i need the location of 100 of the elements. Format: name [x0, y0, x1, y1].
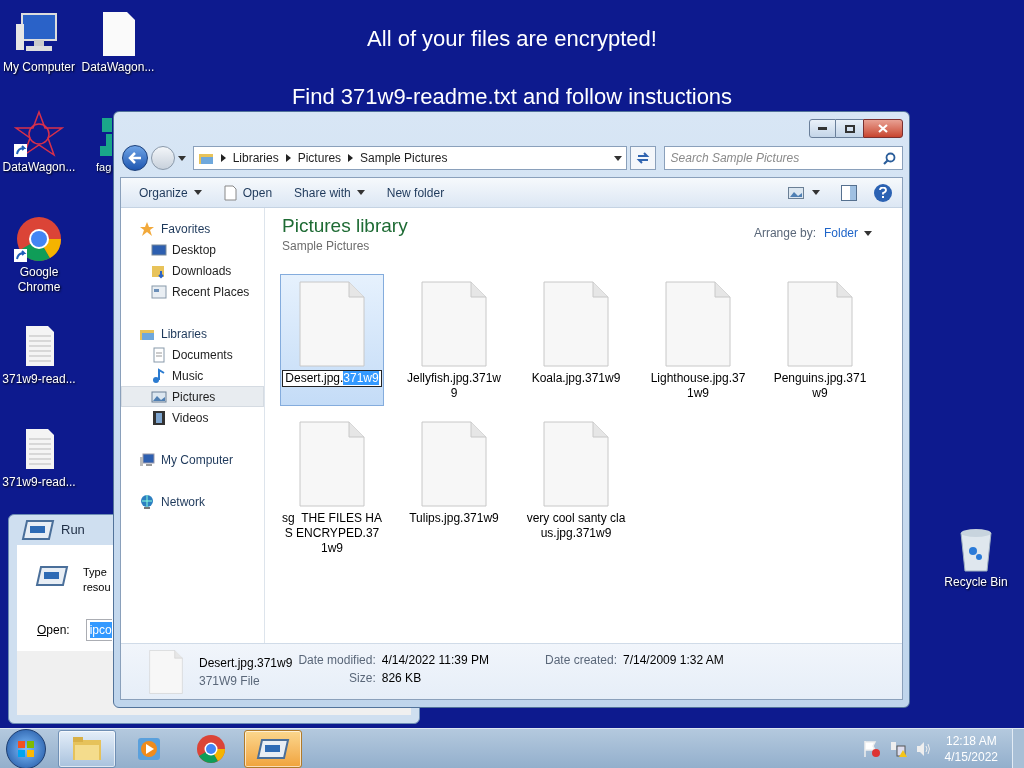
file-item[interactable]: very cool santy claus.jpg.371w9: [524, 414, 628, 561]
search-icon: [883, 151, 896, 165]
picture-icon: [788, 186, 804, 199]
nav-item[interactable]: Documents: [121, 344, 264, 365]
star-shape-icon[interactable]: [14, 110, 64, 158]
details-value: 7/14/2009 1:32 AM: [623, 652, 724, 669]
arrange-dropdown[interactable]: Folder: [824, 224, 872, 242]
file-name: Koala.jpg.371w9: [530, 371, 622, 386]
caret-icon: [812, 190, 820, 195]
film-icon: [151, 409, 167, 426]
nav-item[interactable]: Pictures: [121, 386, 264, 407]
desktop-icon-label: My Computer: [3, 60, 75, 75]
close-icon: [878, 124, 888, 133]
help-icon: [879, 187, 887, 198]
field-label: Open:: [37, 622, 70, 639]
ransom-message: All of your files are encrypted!: [367, 25, 657, 53]
document-icon: [543, 421, 609, 507]
search-input[interactable]: Search Sample Pictures: [670, 149, 883, 167]
nav-item[interactable]: Recent Places: [121, 281, 264, 302]
dialog-text-line: resou: [83, 580, 111, 595]
search-field[interactable]: Search Sample Pictures: [663, 146, 903, 170]
nav-item[interactable]: Videos: [121, 407, 264, 428]
desktop-icon-label: 371w9-read...: [2, 372, 76, 387]
nav-item[interactable]: My Computer: [121, 449, 264, 470]
details-file-name: Desert.jpg.371w9: [199, 654, 293, 672]
clock-date: 4/15/2022: [944, 748, 998, 765]
details-label: Size:: [348, 670, 376, 687]
start-button[interactable]: [6, 728, 46, 768]
minimize-button[interactable]: [809, 119, 836, 138]
dropdown-caret-icon: [613, 155, 622, 161]
nav-item[interactable]: Network: [121, 491, 264, 512]
history-caret-icon: [177, 155, 186, 161]
toolbar-button[interactable]: New folder: [378, 180, 453, 205]
file-item[interactable]: sg THE FILES HAS ENCRYPED.371w9: [280, 414, 384, 561]
file-name: Penguins.jpg.371w9: [772, 371, 868, 401]
chevron-right-icon: [348, 154, 354, 162]
refresh-icon: [635, 151, 650, 165]
nav-item[interactable]: Music: [121, 365, 264, 386]
details-value: 826 KB: [381, 670, 423, 687]
globe-icon: [139, 493, 155, 510]
details-label: Date modified:: [298, 652, 376, 669]
file-item[interactable]: Lighthouse.jpg.371w9: [646, 274, 750, 406]
flag-icon[interactable]: [862, 739, 881, 758]
file-name: Tulips.jpg.371w9: [408, 511, 500, 526]
star-icon: [139, 220, 155, 237]
back-button[interactable]: [122, 145, 148, 171]
desktop-icon-label: 371w9-read...: [2, 475, 76, 490]
desktop-icon-label: DataWagon...: [81, 60, 155, 75]
file-item[interactable]: Desert.jpg.371w9: [280, 274, 384, 406]
maximize-button[interactable]: [836, 119, 863, 138]
ransom-message: Find 371w9-readme.txt and follow instuctions: [291, 83, 733, 111]
breadcrumb-item[interactable]: Libraries: [232, 149, 279, 167]
chevron-right-icon: [285, 154, 291, 162]
rename-field[interactable]: Desert.jpg.371w9: [282, 370, 382, 387]
browser-icon: [196, 733, 226, 764]
breadcrumb-item[interactable]: Sample Pictures: [360, 149, 448, 167]
toolbar-button[interactable]: Organize: [131, 180, 210, 205]
refresh-button[interactable]: [629, 146, 656, 170]
dialog-text-line: Type: [83, 565, 108, 580]
taskbar-button[interactable]: [58, 729, 116, 768]
run-icon: [35, 565, 69, 587]
details-value: 4/14/2022 11:39 PM: [381, 652, 489, 669]
toolbar-button[interactable]: Open: [215, 180, 281, 205]
folder-icon: [72, 735, 102, 762]
arrow-left-icon: [127, 152, 142, 164]
caret-icon: [193, 190, 202, 195]
document-icon: [421, 281, 487, 367]
document-icon: [151, 346, 167, 363]
nav-item[interactable]: Downloads: [121, 260, 264, 281]
toolbar-button[interactable]: Share with: [286, 180, 373, 205]
file-item[interactable]: Penguins.jpg.371w9: [768, 274, 872, 406]
file-item[interactable]: Tulips.jpg.371w9: [402, 414, 506, 561]
taskbar-button[interactable]: [244, 729, 302, 768]
details-file-type: 371W9 File: [199, 672, 261, 690]
file-name: very cool santy claus.jpg.371w9: [526, 511, 626, 541]
windows-logo-icon: [17, 739, 35, 758]
file-item[interactable]: Jellyfish.jpg.371w9: [402, 274, 506, 406]
document-icon: [543, 281, 609, 367]
breadcrumb-item[interactable]: Pictures: [297, 149, 342, 167]
computer-icon: [139, 451, 155, 468]
address-bar[interactable]: Libraries Pictures Sample Pictures: [192, 146, 627, 170]
arrange-label: Arrange by:: [753, 225, 816, 242]
desktop-icon-label: fag: [96, 160, 112, 175]
desktop-icon-label: Google Chrome: [16, 265, 62, 295]
network-warning-icon[interactable]: [888, 739, 907, 758]
document-icon: [665, 281, 731, 367]
close-button[interactable]: [863, 119, 903, 138]
help-button[interactable]: [874, 183, 892, 202]
clock-time: 12:18 AM: [945, 732, 997, 749]
file-name: Jellyfish.jpg.371w9: [405, 371, 503, 401]
file-item[interactable]: Koala.jpg.371w9: [524, 274, 628, 406]
browser-icon[interactable]: [14, 215, 64, 263]
document-icon: [787, 281, 853, 367]
nav-item[interactable]: Favorites: [121, 218, 264, 239]
desktop-icon-label: DataWagon...: [2, 160, 76, 175]
music-note-icon: [151, 367, 167, 384]
library-title: Pictures library: [282, 214, 408, 238]
nav-item[interactable]: Libraries: [121, 323, 264, 344]
nav-item[interactable]: Desktop: [121, 239, 264, 260]
monitor-icon: [151, 241, 167, 258]
